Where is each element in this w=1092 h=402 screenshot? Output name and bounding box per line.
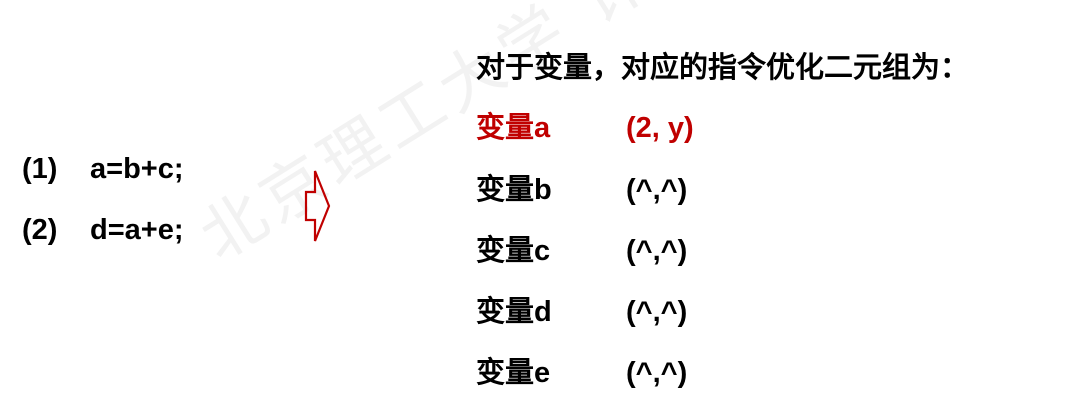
variable-tuple: (^,^)	[626, 235, 688, 267]
code-statement: a=b+c;	[90, 153, 184, 185]
variable-tuple: (^,^)	[626, 296, 688, 328]
variable-name: 变量c	[476, 235, 551, 267]
variable-tuple: (^,^)	[626, 357, 688, 389]
variable-row-e: 变量e (^,^)	[476, 349, 687, 391]
variable-row-a: 变量a (2, y)	[476, 104, 694, 146]
code-line-number: (1)	[22, 153, 58, 185]
variable-name: 变量e	[476, 357, 551, 389]
optimization-title: 对于变量，对应的指令优化二元组为：	[476, 52, 970, 84]
variable-name: 变量a	[476, 112, 551, 144]
variable-row-b: 变量b (^,^)	[476, 166, 687, 208]
variable-row-c: 变量c (^,^)	[476, 227, 687, 269]
code-statement: d=a+e;	[90, 214, 184, 246]
code-line-2: (2) d=a+e;	[22, 214, 184, 247]
variable-name: 变量b	[476, 174, 552, 206]
variable-row-d: 变量d (^,^)	[476, 288, 687, 330]
code-line-number: (2)	[22, 214, 58, 246]
variable-tuple: (2, y)	[626, 112, 694, 144]
right-arrow-outline-icon	[304, 170, 331, 242]
code-line-1: (1) a=b+c;	[22, 153, 184, 186]
variable-name: 变量d	[476, 296, 552, 328]
variable-tuple: (^,^)	[626, 174, 688, 206]
